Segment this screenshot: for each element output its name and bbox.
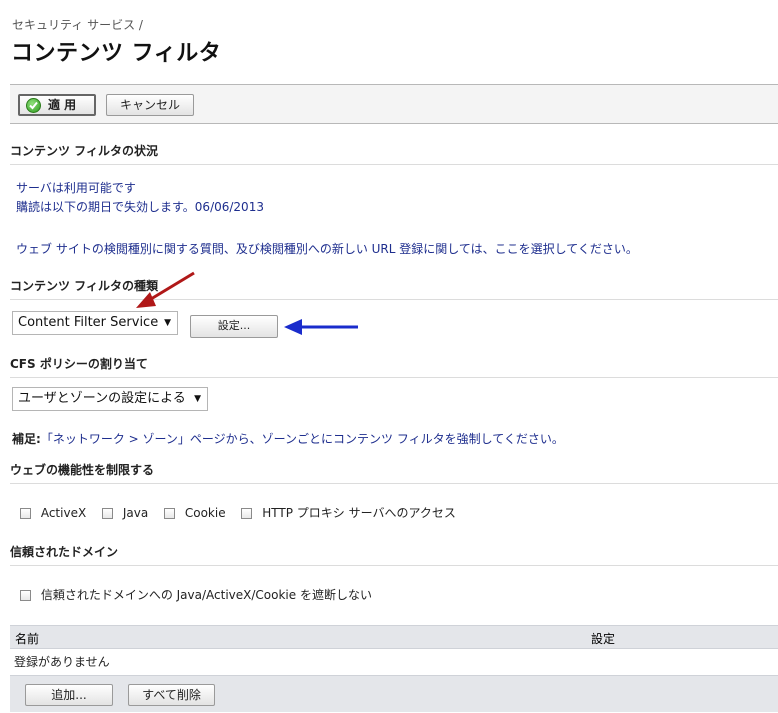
cancel-button[interactable]: キャンセル — [106, 94, 194, 116]
subscription-expiry-text: 購読は以下の期日で失効します。06/06/2013 — [16, 200, 264, 214]
dropdown-caret-icon: ▼ — [164, 318, 171, 328]
delete-all-button[interactable]: すべて削除 — [128, 684, 215, 706]
web-features-options: ActiveX Java Cookie HTTP プロキシ サーバへのアクセス — [20, 504, 456, 521]
trusted-domains-checkbox[interactable] — [20, 590, 31, 601]
column-header-name[interactable]: 名前 — [15, 630, 39, 647]
dropdown-caret-icon: ▼ — [194, 394, 201, 404]
trusted-domains-table-header: 名前 設定 — [10, 625, 778, 649]
checkmark-icon — [26, 98, 41, 113]
breadcrumb[interactable]: セキュリティ サービス / — [12, 16, 143, 33]
cookie-checkbox[interactable] — [164, 508, 176, 519]
status-section-heading: コンテンツ フィルタの状況 — [10, 142, 778, 165]
apply-button-label: 適 用 — [48, 98, 77, 112]
cfs-policy-select[interactable]: ユーザとゾーンの設定による ▼ — [12, 387, 208, 411]
table-empty-message: 登録がありません — [14, 655, 110, 669]
help-link[interactable]: ウェブ サイトの検閲種別に関する質問、及び検閲種別への新しい URL 登録に関し… — [16, 240, 638, 257]
red-annotation-arrow — [136, 271, 195, 308]
filter-type-selected: Content Filter Service — [18, 315, 159, 330]
http-proxy-checkbox[interactable] — [241, 508, 253, 519]
filter-type-select[interactable]: Content Filter Service ▼ — [12, 311, 178, 335]
web-features-section-heading: ウェブの機能性を制限する — [10, 461, 778, 484]
cfs-policy-section-heading: CFS ポリシーの割り当て — [10, 355, 778, 378]
zone-note-text[interactable]: 「ネットワーク > ゾーン」ページから、ゾーンごとにコンテンツ フィルタを強制し… — [41, 432, 564, 446]
activex-label: ActiveX — [40, 506, 87, 520]
cookie-label: Cookie — [184, 506, 226, 520]
column-header-settings[interactable]: 設定 — [591, 630, 615, 647]
note-prefix: 補足: — [12, 432, 41, 446]
zone-note: 補足:「ネットワーク > ゾーン」ページから、ゾーンごとにコンテンツ フィルタを… — [12, 430, 564, 447]
trusted-domains-table-footer: 追加... すべて削除 — [10, 675, 778, 712]
configure-button[interactable]: 設定... — [190, 315, 278, 338]
java-checkbox[interactable] — [102, 508, 113, 519]
blue-annotation-arrow — [284, 319, 358, 335]
java-label: Java — [122, 506, 149, 520]
apply-button[interactable]: 適 用 — [18, 94, 96, 116]
http-proxy-label: HTTP プロキシ サーバへのアクセス — [262, 506, 456, 520]
activex-checkbox[interactable] — [20, 508, 31, 519]
trusted-domains-checkbox-label: 信頼されたドメインへの Java/ActiveX/Cookie を遮断しない — [40, 588, 372, 602]
trusted-domains-section-heading: 信頼されたドメイン — [10, 543, 778, 566]
toolbar: 適 用 キャンセル — [10, 84, 778, 124]
page-title: コンテンツ フィルタ — [11, 41, 222, 66]
add-domain-button[interactable]: 追加... — [25, 684, 113, 706]
trusted-domains-option: 信頼されたドメインへの Java/ActiveX/Cookie を遮断しない — [20, 586, 372, 603]
server-status-text: サーバは利用可能です — [16, 181, 136, 195]
cfs-policy-selected: ユーザとゾーンの設定による — [18, 391, 186, 406]
filter-type-section-heading: コンテンツ フィルタの種類 — [10, 277, 778, 300]
